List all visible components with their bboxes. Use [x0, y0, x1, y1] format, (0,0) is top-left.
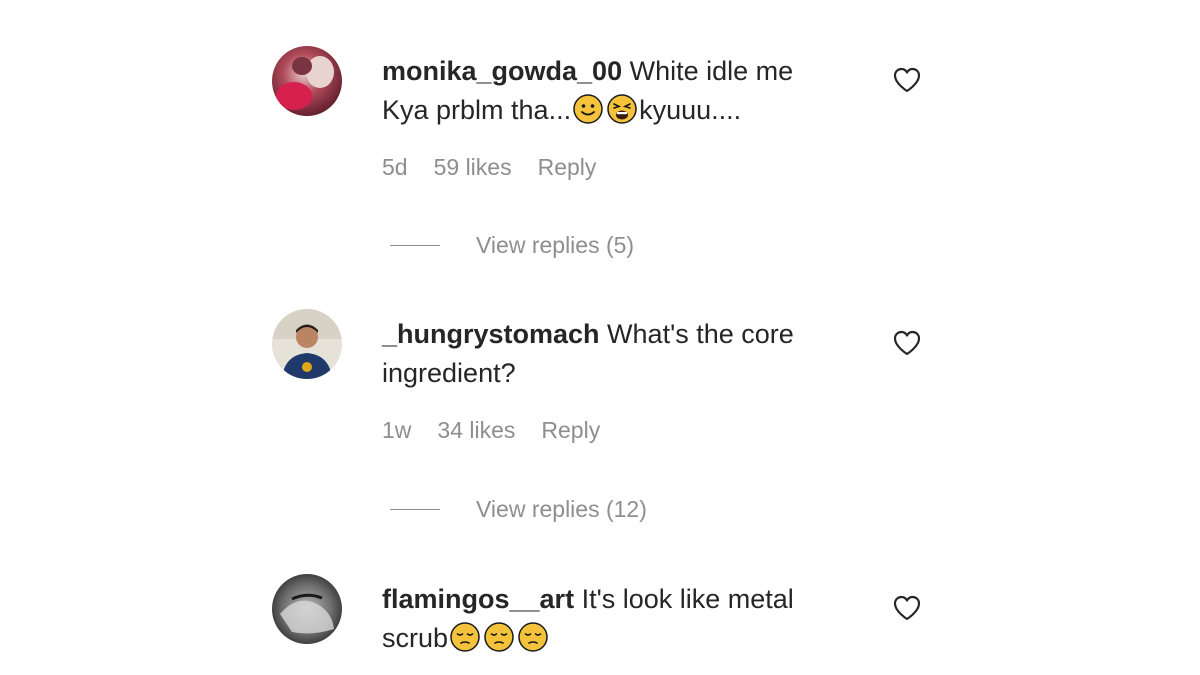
pensive-face-icon [450, 622, 480, 652]
avatar[interactable] [272, 574, 342, 644]
slightly-smiling-face-icon [573, 94, 603, 124]
comment-text: _hungrystomach What's the core ingredien… [382, 315, 842, 393]
pensive-face-icon [518, 622, 548, 652]
heart-icon[interactable] [892, 594, 922, 622]
timestamp[interactable]: 1w [382, 417, 411, 444]
comment-text: flamingos__art It's look like metal scru… [382, 580, 842, 658]
comment-body: _hungrystomach What's the core ingredien… [382, 315, 842, 444]
avatar[interactable] [272, 46, 342, 116]
replies-divider [390, 509, 440, 510]
avatar[interactable] [272, 309, 342, 379]
username-link[interactable]: flamingos__art [382, 584, 574, 614]
view-replies-label: View replies (5) [476, 232, 635, 258]
comment-meta: 5d 59 likes Reply [382, 154, 842, 181]
view-replies-button[interactable]: View replies (12) [390, 496, 647, 523]
weary-face-icon [607, 94, 637, 124]
comment-content-end: kyuuu.... [639, 95, 742, 125]
pensive-face-icon [484, 622, 514, 652]
replies-divider [390, 245, 440, 246]
username-link[interactable]: monika_gowda_00 [382, 56, 622, 86]
heart-icon[interactable] [892, 66, 922, 94]
heart-icon[interactable] [892, 329, 922, 357]
reply-button[interactable]: Reply [541, 417, 600, 444]
comment-text: monika_gowda_00 White idle me Kya prblm … [382, 52, 842, 130]
comment-body: monika_gowda_00 White idle me Kya prblm … [382, 52, 842, 181]
timestamp[interactable]: 5d [382, 154, 408, 181]
view-replies-button[interactable]: View replies (5) [390, 232, 634, 259]
comment-meta: 1w 34 likes Reply [382, 417, 842, 444]
likes-count[interactable]: 34 likes [437, 417, 515, 444]
username-link[interactable]: _hungrystomach [382, 319, 600, 349]
reply-button[interactable]: Reply [538, 154, 597, 181]
view-replies-label: View replies (12) [476, 496, 647, 522]
comment-body: flamingos__art It's look like metal scru… [382, 580, 842, 658]
likes-count[interactable]: 59 likes [434, 154, 512, 181]
